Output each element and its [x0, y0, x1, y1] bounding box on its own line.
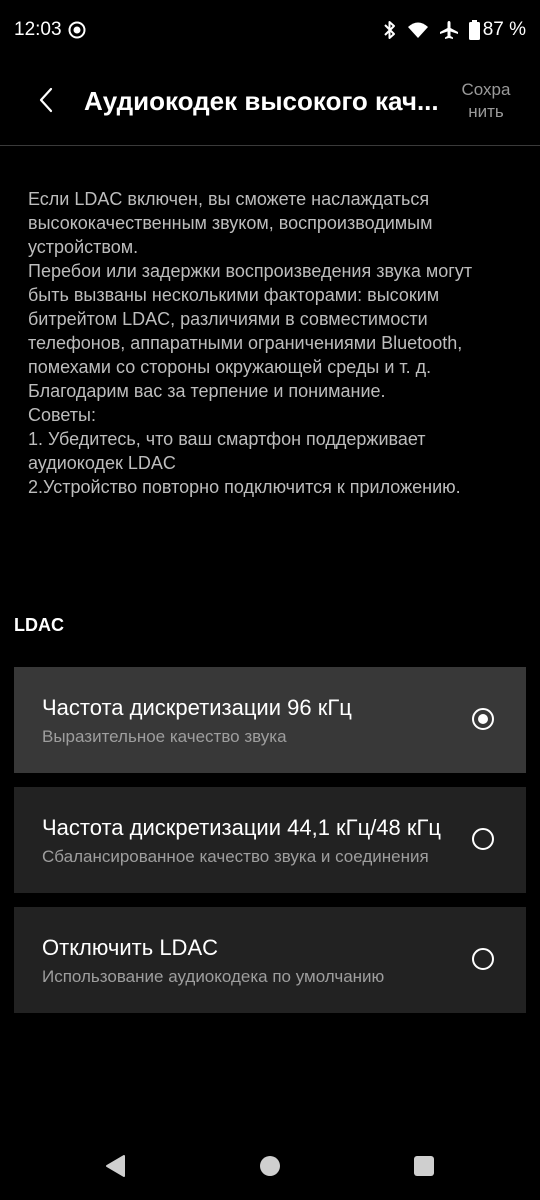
option-44-48khz[interactable]: Частота дискретизации 44,1 кГц/48 кГц Сб… — [14, 787, 526, 893]
radio-unselected-icon[interactable] — [472, 828, 494, 850]
option-title: Частота дискретизации 96 кГц — [42, 695, 352, 720]
option-title: Отключить LDAC — [42, 935, 218, 960]
section-title: LDAC — [14, 615, 64, 635]
status-icons: 87 % — [383, 19, 526, 41]
description-line: Если LDAC включен, вы сможете наслаждать… — [28, 189, 433, 257]
page-title: Аудиокодек высокого кач... — [84, 86, 439, 116]
description-line: 1. Убедитесь, что ваш смартфон поддержив… — [28, 429, 426, 473]
status-time: 12:03 — [14, 19, 62, 40]
back-triangle-icon — [104, 1154, 126, 1183]
option-title: Частота дискретизации 44,1 кГц/48 кГц — [42, 815, 442, 840]
header-divider — [0, 145, 540, 146]
screen-record-icon — [68, 21, 86, 39]
option-subtitle: Выразительное качество звука — [42, 727, 287, 746]
status-bar: 12:03 87 % — [0, 0, 540, 64]
airplane-icon — [439, 20, 459, 40]
battery-icon — [468, 20, 480, 40]
nav-recents-button[interactable] — [412, 1155, 436, 1182]
description-line: Перебои или задержки воспроизведения зву… — [28, 261, 473, 401]
chevron-left-icon — [38, 86, 54, 119]
battery-percent: 87 % — [482, 19, 526, 40]
radio-unselected-icon[interactable] — [472, 948, 494, 970]
option-96khz[interactable]: Частота дискретизации 96 кГц Выразительн… — [14, 667, 526, 773]
bluetooth-icon — [383, 20, 397, 40]
save-button[interactable]: Сохранить — [460, 79, 512, 123]
back-button[interactable] — [28, 82, 64, 122]
system-nav-bar — [0, 1136, 540, 1200]
option-subtitle: Сбалансированное качество звука и соедин… — [42, 847, 429, 866]
description-line: 2.Устройство повторно подключится к прил… — [28, 477, 461, 497]
wifi-icon — [407, 21, 429, 39]
app-header: Аудиокодек высокого кач... Сохранить — [0, 64, 540, 146]
nav-home-button[interactable] — [258, 1155, 282, 1182]
recents-square-icon — [413, 1155, 435, 1182]
home-circle-icon — [259, 1155, 281, 1182]
radio-selected-icon[interactable] — [472, 708, 494, 730]
nav-back-button[interactable] — [103, 1154, 127, 1183]
option-disable-ldac[interactable]: Отключить LDAC Использование аудиокодека… — [14, 907, 526, 1013]
option-subtitle: Использование аудиокодека по умолчанию — [42, 967, 385, 986]
ldac-description: Если LDAC включен, вы сможете наслаждать… — [28, 187, 488, 499]
description-line: Советы: — [28, 405, 96, 425]
